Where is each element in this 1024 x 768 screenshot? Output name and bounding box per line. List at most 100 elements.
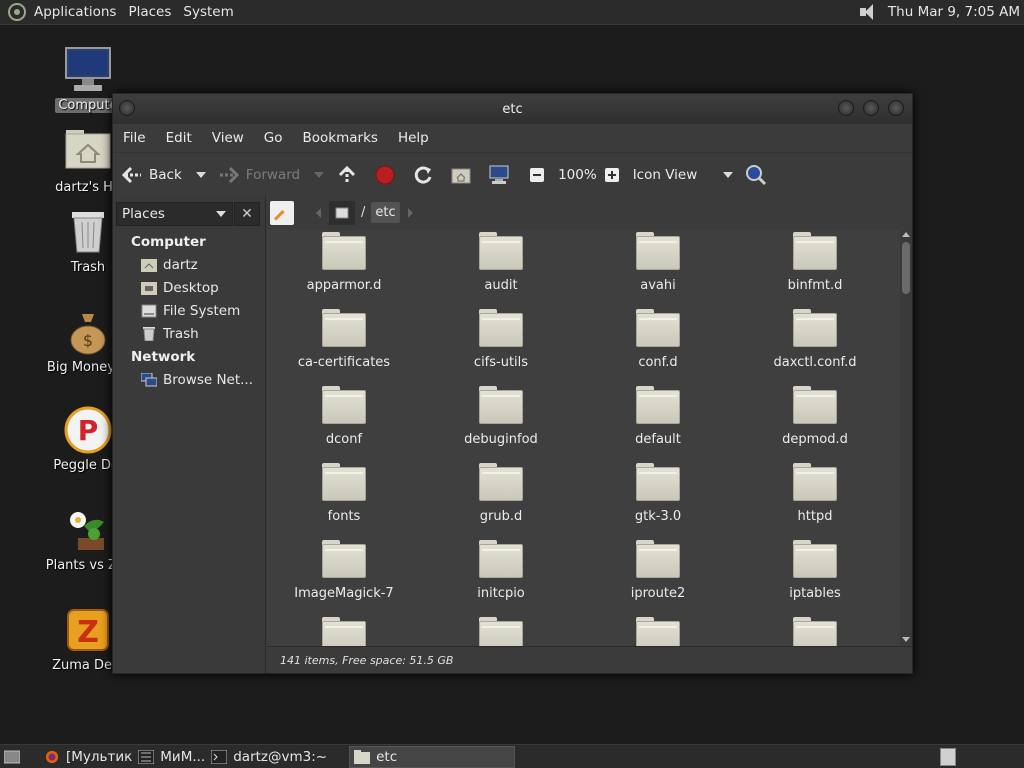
- window-titlebar[interactable]: etc: [113, 94, 912, 124]
- zoom-in-icon: [601, 164, 623, 186]
- svg-text:$: $: [83, 331, 93, 350]
- file-item[interactable]: cifs-utils: [426, 309, 576, 370]
- back-button[interactable]: Back: [121, 159, 182, 191]
- sidebar-item-desktop[interactable]: Desktop: [141, 280, 219, 296]
- computer-button[interactable]: [488, 159, 516, 191]
- computer-small-icon: [488, 164, 510, 186]
- gnome-menu-icon[interactable]: [8, 3, 26, 21]
- file-item[interactable]: ImageMagick-7: [269, 540, 419, 601]
- scroll-down-icon[interactable]: [902, 637, 910, 642]
- places-menu[interactable]: Places: [128, 4, 179, 20]
- forward-button[interactable]: Forward: [218, 159, 300, 191]
- home-button[interactable]: [450, 159, 478, 191]
- breadcrumb-root[interactable]: [329, 200, 355, 225]
- sidebar-item-trash[interactable]: Trash: [141, 326, 199, 342]
- menu-go[interactable]: Go: [264, 130, 283, 146]
- clock[interactable]: Thu Mar 9, 7:05 AM: [888, 4, 1020, 20]
- zoom-level[interactable]: 100%: [558, 159, 597, 191]
- toggle-location-edit-icon[interactable]: [270, 200, 294, 225]
- file-item[interactable]: initcpio: [426, 540, 576, 601]
- file-item[interactable]: depmod.d: [740, 386, 890, 447]
- terminal-icon: [211, 749, 228, 764]
- top-panel-tray: Thu Mar 9, 7:05 AM: [858, 0, 1024, 25]
- file-item[interactable]: apparmor.d: [269, 232, 419, 293]
- file-item[interactable]: avahi: [583, 232, 733, 293]
- search-icon: [745, 164, 767, 186]
- sidebar-item-label: Browse Net...: [163, 372, 254, 388]
- file-name: httpd: [797, 509, 833, 524]
- sidebar-close-button[interactable]: ✕: [234, 202, 260, 226]
- sidebar-item-file-system[interactable]: File System: [141, 303, 240, 319]
- file-item[interactable]: audit: [426, 232, 576, 293]
- scrollbar[interactable]: [900, 230, 912, 646]
- folder-icon: [636, 232, 680, 270]
- up-button[interactable]: [336, 159, 364, 191]
- folder-icon: [322, 540, 366, 578]
- minimize-button[interactable]: [838, 100, 854, 116]
- file-item[interactable]: conf.d: [583, 309, 733, 370]
- scrollbar-thumb[interactable]: [902, 242, 910, 294]
- forward-label: Forward: [245, 166, 301, 183]
- menu-edit[interactable]: Edit: [166, 130, 192, 146]
- view-mode-dropdown[interactable]: [723, 171, 734, 178]
- show-desktop-icon: [4, 750, 20, 763]
- stop-button[interactable]: [374, 159, 402, 191]
- volume-icon[interactable]: [858, 3, 880, 21]
- menu-file[interactable]: File: [123, 130, 146, 146]
- menu-bookmarks[interactable]: Bookmarks: [303, 130, 378, 146]
- show-desktop-button[interactable]: [4, 746, 26, 768]
- file-item[interactable]: grub.d: [426, 463, 576, 524]
- taskbar-item-multik[interactable]: [Мультик: [44, 746, 132, 768]
- up-arrow-icon: [336, 164, 358, 186]
- file-item[interactable]: binfmt.d: [740, 232, 890, 293]
- window-menu-button[interactable]: [119, 100, 135, 116]
- breadcrumb-current[interactable]: etc: [371, 202, 400, 223]
- folder-icon: [322, 232, 366, 270]
- file-item[interactable]: ca-certificates: [269, 309, 419, 370]
- taskbar-item-etc[interactable]: etc: [349, 745, 516, 768]
- file-item[interactable]: debuginfod: [426, 386, 576, 447]
- file-item[interactable]: [426, 617, 576, 646]
- reload-button[interactable]: [412, 159, 440, 191]
- menu-help[interactable]: Help: [398, 130, 429, 146]
- search-button[interactable]: [745, 159, 773, 191]
- computer-icon: [64, 46, 112, 94]
- maximize-button[interactable]: [863, 100, 879, 116]
- home-icon: [141, 259, 157, 272]
- applications-menu[interactable]: Applications: [34, 4, 124, 20]
- taskbar-item-terminal[interactable]: dartz@vm3:~: [211, 746, 327, 768]
- menu-view[interactable]: View: [212, 130, 244, 146]
- file-item[interactable]: gtk-3.0: [583, 463, 733, 524]
- system-menu[interactable]: System: [183, 4, 241, 20]
- path-scroll-left-icon[interactable]: [316, 207, 321, 218]
- forward-history-dropdown[interactable]: [314, 171, 325, 178]
- sidebar-item-label: dartz: [163, 257, 198, 273]
- file-item[interactable]: fonts: [269, 463, 419, 524]
- money-bag-icon: $: [64, 308, 112, 356]
- file-item[interactable]: iptables: [740, 540, 890, 601]
- sidebar-item-dartz[interactable]: dartz: [141, 257, 198, 273]
- file-item[interactable]: [269, 617, 419, 646]
- home-icon: [450, 164, 472, 186]
- bottom-panel: [Мультик МиМ... dartz@vm3:~ etc: [0, 744, 1024, 768]
- path-scroll-right-icon[interactable]: [407, 207, 413, 218]
- view-mode-select[interactable]: Icon View: [633, 159, 698, 191]
- sidebar-item-browse-network[interactable]: Browse Net...: [141, 372, 253, 388]
- file-name: audit: [484, 278, 518, 293]
- file-item[interactable]: [583, 617, 733, 646]
- file-item[interactable]: iproute2: [583, 540, 733, 601]
- file-item[interactable]: [740, 617, 890, 646]
- zoom-in-button[interactable]: [601, 159, 629, 191]
- file-item[interactable]: daxctl.conf.d: [740, 309, 890, 370]
- close-button[interactable]: [888, 100, 904, 116]
- zoom-out-button[interactable]: [526, 159, 554, 191]
- file-item[interactable]: httpd: [740, 463, 890, 524]
- file-item[interactable]: default: [583, 386, 733, 447]
- back-history-dropdown[interactable]: [195, 171, 206, 178]
- folder-icon: [793, 540, 837, 578]
- file-item[interactable]: dconf: [269, 386, 419, 447]
- scroll-up-icon[interactable]: [902, 232, 910, 237]
- workspace-switcher[interactable]: [940, 747, 956, 766]
- sidebar-selector[interactable]: Places: [116, 202, 233, 226]
- taskbar-item-mim[interactable]: МиМ...: [138, 746, 205, 768]
